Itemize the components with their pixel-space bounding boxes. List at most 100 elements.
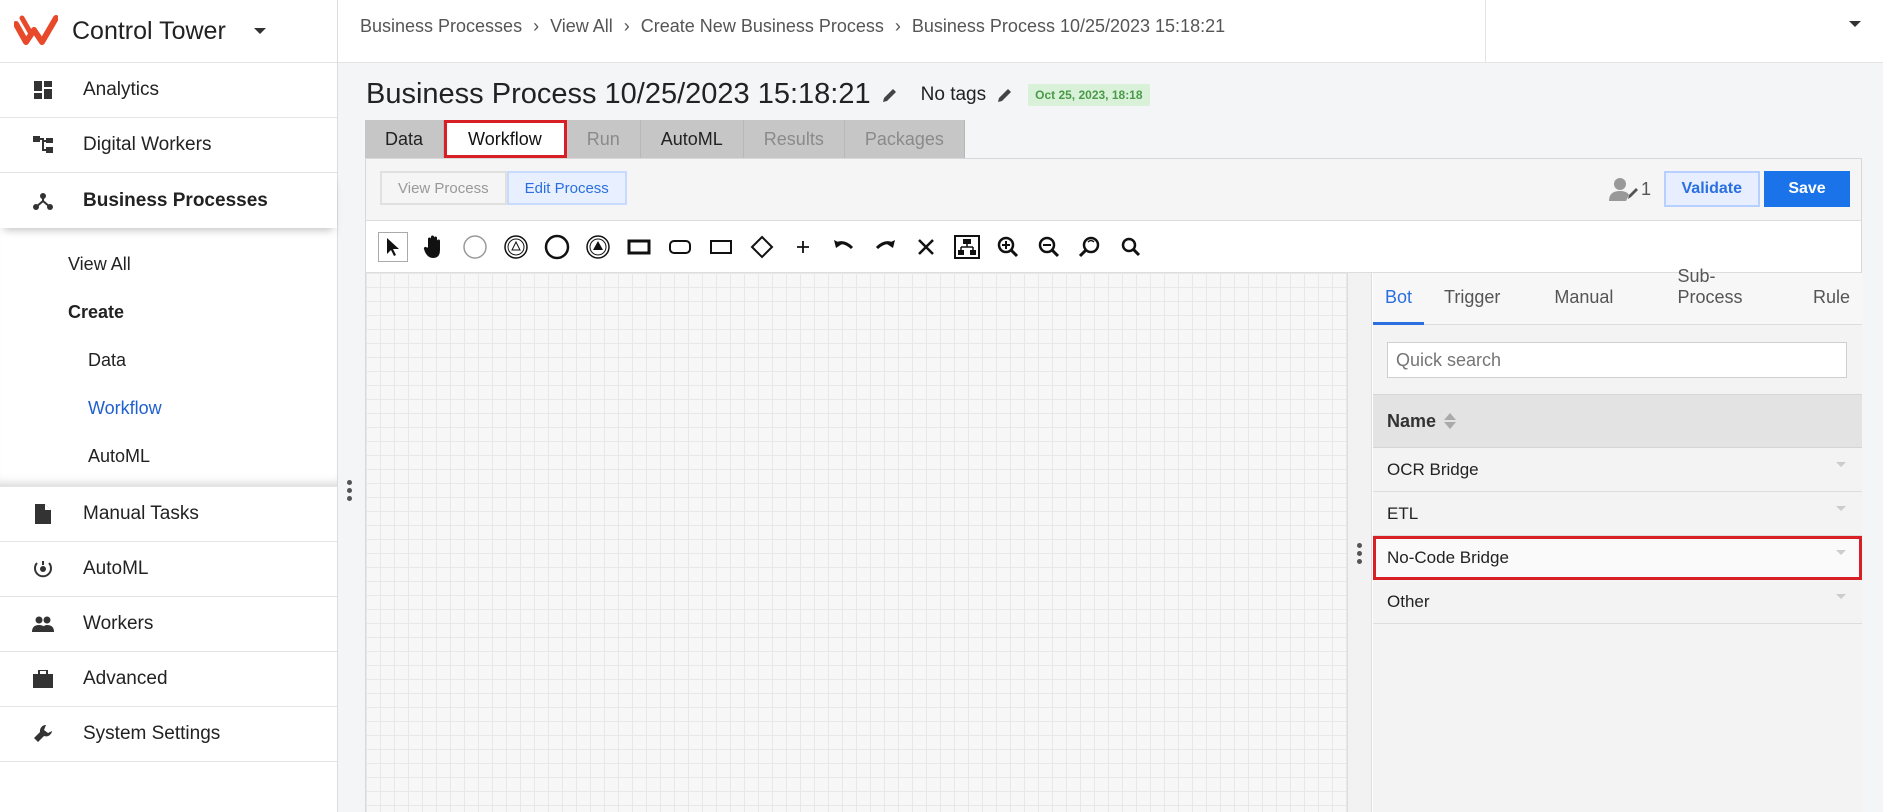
validate-button[interactable]: Validate (1663, 171, 1760, 207)
view-process-button[interactable]: View Process (380, 171, 507, 205)
zoom-reset-icon[interactable] (1075, 232, 1105, 262)
page-title: Business Process 10/25/2023 15:18:21 (366, 78, 871, 110)
breadcrumb-create-new[interactable]: Create New Business Process (641, 16, 884, 37)
zoom-in-icon[interactable] (993, 232, 1023, 262)
tab-data[interactable]: Data (365, 120, 445, 158)
dashboard-icon (32, 79, 54, 101)
breadcrumb: Business Processes › View All › Create N… (360, 16, 1225, 37)
panel-toolbar: View Process Edit Process 1 Validate Sav… (366, 159, 1861, 221)
tab-workflow[interactable]: Workflow (444, 120, 567, 158)
signal-event-icon[interactable] (583, 232, 613, 262)
sidebar-item-business-processes[interactable]: Business Processes (0, 173, 337, 228)
diagram-canvas[interactable] (366, 273, 1348, 812)
chevron-down-icon[interactable] (1849, 21, 1861, 27)
sidebar-item-label: System Settings (83, 723, 221, 744)
sidebar-item-digital-workers[interactable]: Digital Workers (0, 118, 337, 173)
edit-tags-icon[interactable] (996, 86, 1014, 104)
sidebar-item-label: Workers (83, 613, 154, 634)
category-ocr-bridge[interactable]: OCR Bridge (1373, 448, 1862, 492)
auto-layout-icon[interactable] (952, 232, 982, 262)
tab-results[interactable]: Results (743, 120, 845, 158)
date-badge: Oct 25, 2023, 18:18 (1028, 83, 1150, 106)
tab-automl[interactable]: AutoML (640, 120, 744, 158)
process-icon (32, 190, 54, 212)
sidebar-item-label: Business Processes (83, 189, 268, 211)
redo-icon[interactable] (870, 232, 900, 262)
start-event-icon[interactable] (460, 232, 490, 262)
chevron-down-icon[interactable] (253, 28, 266, 34)
quick-search-input[interactable] (1387, 342, 1847, 378)
palette-tab-manual[interactable]: Manual (1542, 287, 1625, 324)
save-button[interactable]: Save (1764, 171, 1850, 207)
palette-tab-rule[interactable]: Rule (1801, 287, 1862, 324)
subnav-data[interactable]: Data (0, 336, 337, 384)
hierarchy-icon (32, 134, 54, 156)
sidebar-item-advanced[interactable]: Advanced (0, 652, 337, 707)
intermediate-event-icon[interactable] (501, 232, 531, 262)
hand-tool-icon[interactable] (419, 232, 449, 262)
subnav-view-all[interactable]: View All (0, 240, 337, 288)
sidebar-item-automl[interactable]: AutoML (0, 542, 337, 597)
palette-tab-subprocess[interactable]: Sub-Process (1665, 266, 1763, 324)
sidebar-item-workers[interactable]: Workers (0, 597, 337, 652)
palette-tab-trigger[interactable]: Trigger (1432, 287, 1512, 324)
breadcrumb-view-all[interactable]: View All (550, 16, 613, 37)
zoom-out-icon[interactable] (1034, 232, 1064, 262)
sidebar-item-label: AutoML (83, 558, 149, 579)
palette-tab-bot[interactable]: Bot (1373, 287, 1425, 325)
process-mode-toggle: View Process Edit Process (380, 171, 627, 205)
add-icon[interactable] (788, 232, 818, 262)
category-label: Other (1387, 591, 1430, 611)
title-row: Business Process 10/25/2023 15:18:21 No … (366, 78, 1150, 111)
chevron-down-icon (1836, 506, 1846, 511)
user-count-value: 1 (1640, 178, 1651, 199)
chevron-right-icon: › (623, 16, 630, 36)
name-column-label: Name (1387, 410, 1437, 431)
chevron-down-icon (1836, 550, 1846, 555)
gateway-icon[interactable] (747, 232, 777, 262)
select-tool-icon[interactable] (378, 231, 408, 262)
subprocess-icon[interactable] (665, 232, 695, 262)
wrench-icon (32, 723, 54, 745)
name-column-header[interactable]: Name (1373, 394, 1862, 448)
subnav-workflow[interactable]: Workflow (0, 384, 337, 432)
workflow-panel: View Process Edit Process 1 Validate Sav… (365, 158, 1862, 812)
category-label: ETL (1387, 503, 1419, 523)
frame-icon[interactable] (706, 232, 736, 262)
sort-icon[interactable] (1444, 413, 1457, 429)
user-edit-icon (1608, 178, 1638, 201)
topbar-divider (1485, 0, 1486, 63)
element-palette: Bot Trigger Manual Sub-Process Rule Name… (1373, 266, 1862, 812)
sidebar: Control Tower Analytics Digital Workers … (0, 0, 338, 812)
top-bar: Business Processes › View All › Create N… (338, 0, 1883, 63)
sidebar-item-manual-tasks[interactable]: Manual Tasks (0, 487, 337, 542)
briefcase-icon (32, 668, 54, 690)
sidebar-item-label: Advanced (83, 668, 168, 689)
sidebar-item-system-settings[interactable]: System Settings (0, 707, 337, 762)
end-event-icon[interactable] (542, 232, 572, 262)
zoom-fit-icon[interactable] (1116, 232, 1146, 262)
breadcrumb-business-processes[interactable]: Business Processes (360, 16, 522, 37)
sidebar-item-analytics[interactable]: Analytics (0, 63, 337, 118)
tab-packages[interactable]: Packages (844, 120, 965, 158)
subnav-create[interactable]: Create (0, 288, 337, 336)
active-users[interactable]: 1 (1608, 177, 1651, 201)
category-etl[interactable]: ETL (1373, 492, 1862, 536)
edit-process-button[interactable]: Edit Process (506, 171, 627, 205)
diagram-toolbar (366, 221, 1861, 273)
undo-icon[interactable] (829, 232, 859, 262)
sidebar-resize-handle[interactable] (347, 480, 352, 501)
sidebar-subnav: View All Create Data Workflow AutoML (0, 228, 337, 487)
category-other[interactable]: Other (1373, 580, 1862, 624)
chevron-down-icon (1836, 462, 1846, 467)
main-tabs: Data Workflow Run AutoML Results Package… (365, 120, 965, 158)
palette-resize-handle[interactable] (1357, 543, 1362, 564)
delete-icon[interactable] (911, 232, 941, 262)
brand-header[interactable]: Control Tower (0, 0, 337, 63)
edit-title-icon[interactable] (881, 86, 899, 104)
task-icon[interactable] (624, 232, 654, 262)
people-icon (32, 613, 54, 635)
category-no-code-bridge[interactable]: No-Code Bridge (1373, 536, 1862, 580)
subnav-automl[interactable]: AutoML (0, 432, 337, 480)
tab-run[interactable]: Run (566, 120, 641, 158)
